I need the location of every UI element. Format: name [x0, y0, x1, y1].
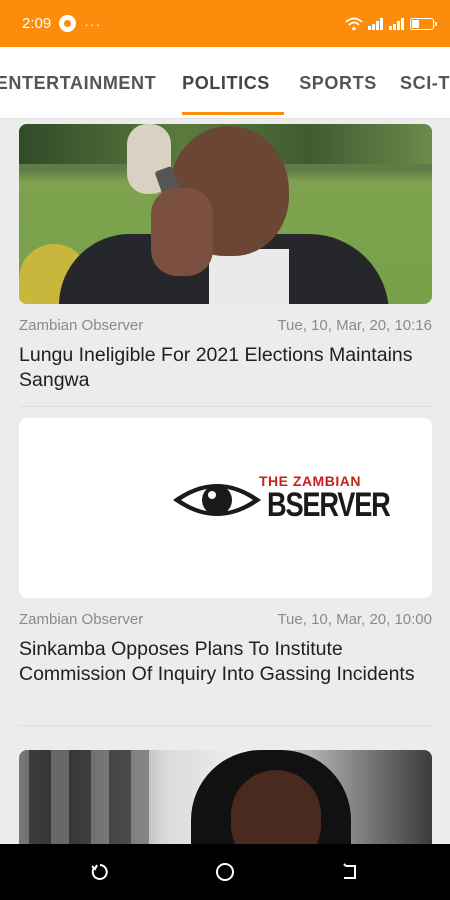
article-source: Zambian Observer [19, 611, 144, 628]
selected-tab-indicator [182, 112, 284, 115]
article-date: Tue, 10, Mar, 20, 10:16 [277, 317, 432, 334]
wifi-icon [345, 17, 363, 30]
article-divider [19, 725, 432, 726]
battery-icon [410, 17, 437, 30]
tab-label: POLITICS [182, 72, 270, 93]
tab-label: SPORTS [299, 72, 377, 93]
tab-label: ENTERTAINMENT [0, 72, 157, 93]
app-notification-icon [59, 15, 77, 32]
recent-apps-button[interactable] [86, 858, 114, 886]
eye-logo-icon [173, 484, 261, 516]
article-thumbnail[interactable] [19, 124, 432, 304]
article-meta: Zambian Observer Tue, 10, Mar, 20, 10:00 [19, 611, 432, 628]
article-thumbnail[interactable]: THE ZAMBIAN BSERVER [19, 418, 432, 598]
article-divider [19, 406, 432, 407]
article-meta: Zambian Observer Tue, 10, Mar, 20, 10:16 [19, 317, 432, 334]
logo-big-text: BSERVER [267, 486, 391, 524]
news-feed[interactable]: Zambian Observer Tue, 10, Mar, 20, 10:16… [0, 120, 450, 844]
recent-apps-icon [91, 864, 108, 880]
battery-level [412, 19, 419, 28]
tab-entertainment[interactable]: ENTERTAINMENT [0, 47, 157, 118]
status-time: 2:09 [22, 15, 52, 32]
tab-politics[interactable]: POLITICS [168, 47, 284, 118]
tab-label: SCI-T [400, 72, 450, 93]
article-title[interactable]: Sinkamba Opposes Plans To Institute Comm… [19, 637, 432, 687]
tab-sci-tech[interactable]: SCI-T [400, 47, 450, 118]
article-title[interactable]: Lungu Ineligible For 2021 Elections Main… [19, 343, 432, 393]
back-icon [343, 863, 356, 879]
tab-sports[interactable]: SPORTS [294, 47, 382, 118]
home-button[interactable] [211, 858, 239, 886]
app-screen: 2:09 ··· ENTERTAINMENT POLITICS SPORTS S… [0, 0, 450, 900]
article-date: Tue, 10, Mar, 20, 10:00 [277, 611, 432, 628]
signal-icon [389, 17, 404, 30]
system-nav-bar [0, 844, 450, 900]
status-bar: 2:09 ··· [0, 0, 450, 47]
category-tabs: ENTERTAINMENT POLITICS SPORTS SCI-T [0, 47, 450, 119]
home-icon [216, 863, 234, 881]
back-button[interactable] [336, 858, 364, 886]
article-thumbnail[interactable] [19, 750, 432, 844]
article-source: Zambian Observer [19, 317, 144, 334]
more-notifications-icon: ··· [84, 15, 102, 32]
signal-icon [368, 17, 383, 30]
